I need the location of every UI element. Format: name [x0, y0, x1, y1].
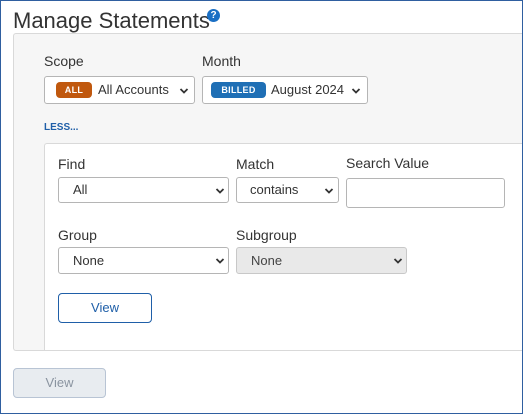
- month-select[interactable]: BILLED August 2024: [202, 76, 368, 104]
- chevron-down-icon: [393, 258, 403, 264]
- search-value-input[interactable]: [346, 178, 505, 208]
- find-value: All: [73, 182, 88, 197]
- filter-view-button[interactable]: View: [58, 293, 152, 323]
- help-icon[interactable]: ?: [207, 9, 220, 22]
- search-value-label: Search Value: [346, 155, 430, 171]
- footer-view-button[interactable]: View: [13, 368, 106, 398]
- group-select[interactable]: None: [58, 247, 229, 274]
- manage-statements-window: Manage Statements ? Scope ALL All Accoun…: [0, 0, 523, 414]
- match-value: contains: [250, 182, 299, 197]
- month-badge-billed: BILLED: [211, 82, 266, 98]
- scope-label: Scope: [44, 53, 84, 69]
- month-label: Month: [202, 53, 241, 69]
- group-value: None: [73, 253, 105, 268]
- chevron-down-icon: [351, 88, 361, 94]
- chevron-down-icon: [215, 188, 225, 194]
- page-title: Manage Statements: [13, 8, 210, 33]
- month-value: August 2024: [271, 82, 345, 97]
- find-label: Find: [58, 156, 86, 172]
- group-label: Group: [58, 227, 97, 243]
- subgroup-value: None: [251, 253, 283, 268]
- subgroup-select[interactable]: None: [236, 247, 407, 274]
- scope-value: All Accounts: [98, 82, 169, 97]
- chevron-down-icon: [179, 88, 189, 94]
- match-label: Match: [236, 156, 275, 172]
- less-link[interactable]: LESS...: [44, 122, 78, 134]
- subgroup-label: Subgroup: [236, 227, 297, 243]
- scope-badge-all: ALL: [56, 82, 92, 98]
- find-select[interactable]: All: [58, 177, 229, 203]
- match-select[interactable]: contains: [236, 177, 339, 203]
- scope-select[interactable]: ALL All Accounts: [44, 76, 195, 104]
- chevron-down-icon: [324, 188, 334, 194]
- chevron-down-icon: [215, 258, 225, 264]
